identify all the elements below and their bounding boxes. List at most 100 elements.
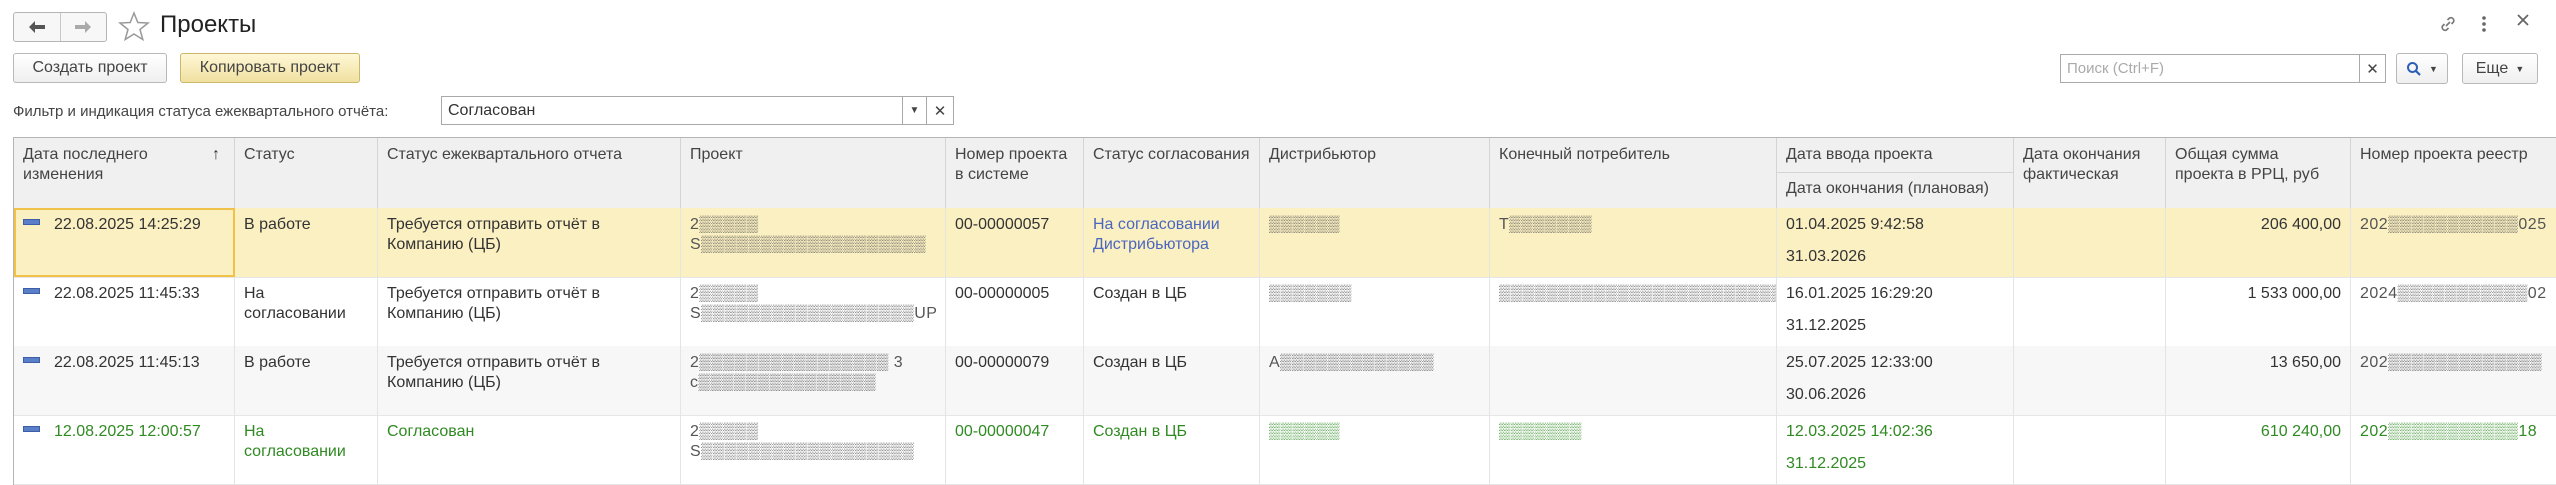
table-row[interactable]: 12.08.2025 12:00:57 На согласовании Согл… bbox=[14, 415, 2556, 485]
column-header-quarterly-status[interactable]: Статус ежеквартального отчета bbox=[378, 138, 681, 208]
table-row[interactable]: 22.08.2025 14:25:29 В работе Требуется о… bbox=[14, 208, 2556, 278]
cell-approval-status: Создан в ЦБ bbox=[1084, 415, 1260, 484]
cell-date-entry: 01.04.2025 9:42:58 bbox=[1786, 216, 1924, 233]
cell-date-end-plan: 30.06.2026 bbox=[1786, 386, 1867, 403]
cell-approval-status[interactable]: На согласовании Дистрибьютора bbox=[1084, 208, 1260, 277]
search-button[interactable]: ▼ bbox=[2396, 53, 2448, 84]
cell-date-entry: 12.03.2025 14:02:36 bbox=[1786, 423, 1933, 440]
cell-dates: 16.01.2025 16:29:20 31.12.2025 bbox=[1777, 277, 2014, 346]
cell-distributor: ▒▒▒▒▒▒ bbox=[1260, 415, 1490, 484]
cell-project: 2▒▒▒▒▒ S▒▒▒▒▒▒▒▒▒▒▒▒▒▒▒▒▒▒UP bbox=[681, 277, 946, 346]
search-icon bbox=[2407, 61, 2421, 76]
table-row[interactable]: 22.08.2025 11:45:13 В работе Требуется о… bbox=[14, 346, 2556, 416]
row-item-icon bbox=[23, 356, 40, 363]
cell-date-changed[interactable]: 22.08.2025 11:45:33 bbox=[14, 277, 235, 346]
cell-system-number: 00-00000079 bbox=[946, 346, 1084, 415]
cell-date-entry: 16.01.2025 16:29:20 bbox=[1786, 285, 1933, 302]
cell-date-end-fact bbox=[2014, 346, 2166, 415]
more-button[interactable]: Еще ▼ bbox=[2462, 53, 2538, 84]
filter-select[interactable]: Согласован bbox=[441, 96, 903, 125]
projects-table: Дата последнего изменения ↑ Статус Стату… bbox=[13, 137, 2556, 485]
cell-dates: 01.04.2025 9:42:58 31.03.2026 bbox=[1777, 208, 2014, 277]
cell-consumer: ▒▒▒▒▒▒▒▒▒▒▒▒▒▒▒▒▒▒▒▒▒▒▒▒▒" bbox=[1490, 277, 1777, 346]
table-header: Дата последнего изменения ↑ Статус Стату… bbox=[14, 138, 2556, 209]
cell-date-changed[interactable]: 22.08.2025 11:45:13 bbox=[14, 346, 235, 415]
cell-total: 13 650,00 bbox=[2166, 346, 2351, 415]
cell-registry-number: 2024▒▒▒▒▒▒▒▒▒▒▒02 bbox=[2351, 277, 2556, 346]
filter-value: Согласован bbox=[448, 101, 536, 119]
cell-date-changed[interactable]: 12.08.2025 12:00:57 bbox=[14, 415, 235, 484]
favorite-star-icon[interactable] bbox=[118, 10, 150, 42]
cell-project: 2▒▒▒▒▒▒▒▒▒▒▒▒▒▒▒▒ 3 c▒▒▒▒▒▒▒▒▒▒▒▒▒▒▒ bbox=[681, 346, 946, 415]
project-line-2: c▒▒▒▒▒▒▒▒▒▒▒▒▒▒▒ bbox=[690, 374, 877, 391]
forward-button[interactable] bbox=[59, 13, 107, 41]
cell-text: 22.08.2025 11:45:33 bbox=[54, 285, 200, 302]
cell-distributor: ▒▒▒▒▒▒ bbox=[1260, 208, 1490, 277]
row-item-icon bbox=[23, 218, 40, 225]
cell-project: 2▒▒▒▒▒ S▒▒▒▒▒▒▒▒▒▒▒▒▒▒▒▒▒▒ bbox=[681, 415, 946, 484]
cell-date-end-fact bbox=[2014, 415, 2166, 484]
cell-date-end-plan: 31.12.2025 bbox=[1786, 317, 1867, 334]
project-line-1: 2▒▒▒▒▒ bbox=[690, 423, 759, 440]
cell-date-changed[interactable]: 22.08.2025 14:25:29 bbox=[14, 208, 235, 277]
column-header-date-end-plan[interactable]: Дата окончания (плановая) bbox=[1777, 173, 2014, 208]
column-header-date-entry[interactable]: Дата ввода проекта bbox=[1777, 138, 2014, 173]
filter-dropdown-button[interactable]: ▼ bbox=[902, 96, 927, 125]
cell-consumer bbox=[1490, 346, 1777, 415]
cell-quarterly-status: Требуется отправить отчёт в Компанию (ЦБ… bbox=[378, 208, 681, 277]
cell-registry-number: 202▒▒▒▒▒▒▒▒▒▒▒025 bbox=[2351, 208, 2556, 277]
column-header-distributor[interactable]: Дистрибьютор bbox=[1260, 138, 1490, 208]
cell-registry-number: 202▒▒▒▒▒▒▒▒▒▒▒18 bbox=[2351, 415, 2556, 484]
cell-dates: 12.03.2025 14:02:36 31.12.2025 bbox=[1777, 415, 2014, 484]
column-header-date-end-fact[interactable]: Дата окончания фактическая bbox=[2014, 138, 2166, 208]
cell-date-entry: 25.07.2025 12:33:00 bbox=[1786, 354, 1933, 371]
arrow-right-icon bbox=[75, 21, 92, 33]
cell-status: На согласовании bbox=[235, 415, 378, 484]
back-button[interactable] bbox=[14, 13, 60, 41]
cell-consumer: T▒▒▒▒▒▒▒ bbox=[1490, 208, 1777, 277]
arrow-left-icon bbox=[28, 21, 45, 33]
cell-text: 22.08.2025 14:25:29 bbox=[54, 216, 201, 233]
cell-status: В работе bbox=[235, 346, 378, 415]
cell-total: 206 400,00 bbox=[2166, 208, 2351, 277]
filter-label: Фильтр и индикация статуса ежеквартально… bbox=[13, 103, 389, 120]
create-project-button[interactable]: Создать проект bbox=[13, 53, 167, 83]
close-icon[interactable] bbox=[2515, 12, 2531, 33]
cell-status: В работе bbox=[235, 208, 378, 277]
cell-dates: 25.07.2025 12:33:00 30.06.2026 bbox=[1777, 346, 2014, 415]
cell-date-end-fact bbox=[2014, 208, 2166, 277]
column-header-label: Дата последнего изменения bbox=[23, 146, 148, 183]
project-line-2: S▒▒▒▒▒▒▒▒▒▒▒▒▒▒▒▒▒▒UP bbox=[690, 305, 938, 322]
navigation-buttons bbox=[13, 12, 107, 42]
cell-system-number: 00-00000057 bbox=[946, 208, 1084, 277]
cell-date-end-plan: 31.03.2026 bbox=[1786, 248, 1867, 265]
column-header-project[interactable]: Проект bbox=[681, 138, 946, 208]
copy-project-button[interactable]: Копировать проект bbox=[180, 53, 360, 83]
column-header-status[interactable]: Статус bbox=[235, 138, 378, 208]
link-icon[interactable] bbox=[2438, 14, 2458, 39]
cell-text: 22.08.2025 11:45:13 bbox=[54, 354, 200, 371]
kebab-menu-icon[interactable] bbox=[2481, 14, 2487, 39]
page-title: Проекты bbox=[160, 11, 257, 38]
cell-system-number: 00-00000005 bbox=[946, 277, 1084, 346]
cell-distributor: ▒▒▒▒▒▒▒ bbox=[1260, 277, 1490, 346]
dropdown-arrow-icon: ▼ bbox=[2429, 63, 2438, 74]
more-button-label: Еще bbox=[2475, 59, 2509, 77]
column-header-approval-status[interactable]: Статус согласования bbox=[1084, 138, 1260, 208]
column-header-consumer[interactable]: Конечный потребитель bbox=[1490, 138, 1777, 208]
cell-date-end-plan: 31.12.2025 bbox=[1786, 455, 1867, 472]
project-line-1: 2▒▒▒▒▒ bbox=[690, 216, 759, 233]
column-header-registry-number[interactable]: Номер проекта реестр bbox=[2351, 138, 2556, 208]
table-row[interactable]: 22.08.2025 11:45:33 На согласовании Треб… bbox=[14, 277, 2556, 347]
cell-consumer: ▒▒▒▒▒▒▒ bbox=[1490, 415, 1777, 484]
cell-registry-number: 202▒▒▒▒▒▒▒▒▒▒▒▒▒ bbox=[2351, 346, 2556, 415]
column-header-total[interactable]: Общая сумма проекта в РРЦ, руб bbox=[2166, 138, 2351, 208]
filter-clear-button[interactable]: ✕ bbox=[926, 96, 954, 125]
project-line-2: S▒▒▒▒▒▒▒▒▒▒▒▒▒▒▒▒▒▒ bbox=[690, 443, 915, 460]
search-input[interactable] bbox=[2060, 54, 2360, 83]
search-clear-button[interactable]: ✕ bbox=[2359, 54, 2386, 83]
cell-distributor: A▒▒▒▒▒▒▒▒▒▒▒▒▒ bbox=[1260, 346, 1490, 415]
column-header-system-number[interactable]: Номер проекта в системе bbox=[946, 138, 1084, 208]
column-header-date-changed[interactable]: Дата последнего изменения ↑ bbox=[14, 138, 235, 208]
project-line-2: S▒▒▒▒▒▒▒▒▒▒▒▒▒▒▒▒▒▒▒ bbox=[690, 236, 927, 253]
